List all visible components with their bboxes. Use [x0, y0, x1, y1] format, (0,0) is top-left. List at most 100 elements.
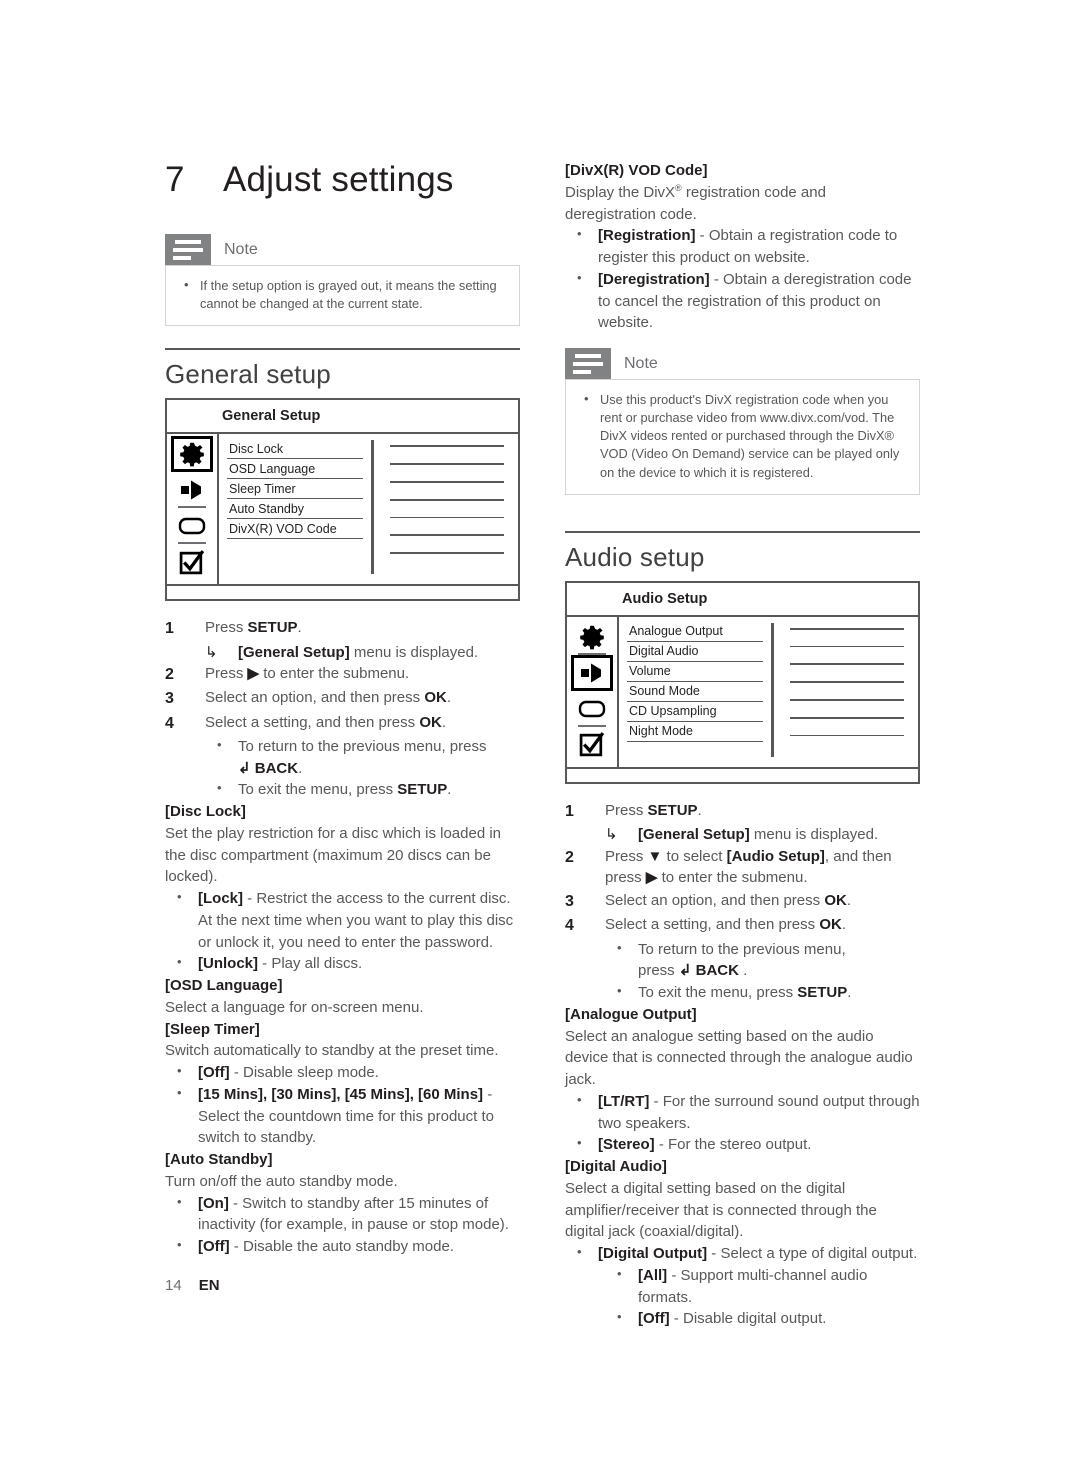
bullet-text: [Deregistration] - Obtain a deregistrati… [598, 269, 920, 334]
divx-vod-options: • [Registration] - Obtain a registration… [565, 225, 920, 334]
step-number: 3 [565, 893, 574, 911]
bullet-text: [15 Mins], [30 Mins], [45 Mins], [60 Min… [198, 1084, 520, 1149]
auto-standby-options: • [On] - Switch to standby after 15 minu… [165, 1193, 520, 1258]
osd-menu-item[interactable]: DivX(R) VOD Code [227, 519, 363, 540]
key-setup: SETUP [247, 619, 298, 637]
key-setup: SETUP [647, 801, 698, 819]
step-4-bullets: • To return to the previous menu, press ↲… [605, 939, 920, 1004]
down-arrow-icon: ▼ [647, 847, 663, 865]
menu-name: [Audio Setup] [726, 847, 825, 865]
right-arrow-icon: ▶ [645, 869, 658, 887]
osd-menu-item[interactable]: Analogue Output [627, 622, 763, 642]
option-label: [Registration] [598, 227, 696, 245]
result-arrow-icon: ↳ [205, 643, 218, 661]
result-menu-name: [General Setup] [638, 825, 750, 843]
language-code: EN [198, 1277, 220, 1294]
option-label: [Stereo] [598, 1136, 655, 1154]
disc-lock-options: • [Lock] - Restrict the access to the cu… [165, 888, 520, 975]
option-label: [Digital Output] [598, 1245, 708, 1263]
divx-vod-description: Display the DivX® registration code and … [565, 182, 920, 226]
chapter-title: Adjust settings [223, 160, 454, 199]
osd-menu-item[interactable]: Disc Lock [227, 439, 363, 460]
step-4: 4 Select a setting, and then press OK. [165, 712, 520, 735]
key-setup: SETUP [797, 984, 848, 1002]
option-text: - Disable digital output. [669, 1310, 827, 1328]
step-4: 4 Select a setting, and then press OK. [565, 914, 920, 937]
osd-title: Audio Setup [567, 583, 918, 617]
bullet-text: [Unlock] - Play all discs. [198, 953, 520, 975]
osd-screenshot-audio-setup: Audio Setup Analogue Output Digital Audi… [565, 580, 920, 784]
note-header: Note [165, 234, 520, 265]
option-label: [Off] [198, 1064, 230, 1082]
auto-standby-description: Turn on/off the auto standby mode. [165, 1172, 398, 1190]
osd-menu-item[interactable]: Night Mode [627, 722, 763, 742]
option-label: [15 Mins], [30 Mins], [45 Mins], [60 Min… [198, 1085, 484, 1103]
osd-value-line [390, 480, 504, 483]
subheading-auto-standby: [Auto Standby] [165, 1151, 273, 1169]
bullet-item: • [On] - Switch to standby after 15 minu… [165, 1193, 520, 1237]
bullet-text: [LT/RT] - For the surround sound output … [598, 1091, 920, 1135]
bullet-text: [Off] - Disable sleep mode. [198, 1062, 520, 1084]
key-ok: OK [419, 713, 442, 731]
step-text: Select a setting, and then press OK. [205, 713, 446, 731]
bullet-dot: • [577, 269, 582, 285]
bullet-dot: • [577, 226, 582, 242]
osd-menu-item[interactable]: Auto Standby [227, 499, 363, 520]
result-arrow-icon: ↳ [605, 825, 618, 843]
option-label: [Off] [198, 1238, 230, 1256]
step-text: Select a setting, and then press OK. [605, 916, 846, 934]
osd-value-line [790, 734, 904, 737]
osd-menu-item[interactable]: Sound Mode [627, 682, 763, 702]
step-text: Press ▼ to select [Audio Setup], and the… [605, 847, 892, 887]
bullet-item: • [Registration] - Obtain a registration… [565, 225, 920, 269]
note-item: If the setup option is grayed out, it me… [180, 276, 505, 313]
option-text: - For the stereo output. [654, 1136, 812, 1154]
subheading-divx-vod-code: [DivX(R) VOD Code] [565, 162, 708, 179]
bullet-dot: • [577, 1244, 582, 1260]
step-text: Select an option, and then press OK. [205, 689, 451, 707]
checkbox-icon [571, 727, 613, 763]
right-column: [DivX(R) VOD Code] Display the DivX® reg… [565, 160, 920, 1330]
osd-menu-item[interactable]: OSD Language [227, 459, 363, 480]
step-1-result: ↳ [General Setup] menu is displayed. [605, 824, 920, 846]
step-result-text: [General Setup] menu is displayed. [638, 825, 879, 843]
back-arrow-icon: ↲ [678, 962, 692, 980]
option-text: - Select a type of digital output. [707, 1245, 918, 1263]
bullet-text: To return to the previous menu, press ↲ B… [238, 737, 487, 777]
bullet-dot: • [177, 1237, 182, 1253]
option-text: - Support multi-channel audio formats. [638, 1266, 868, 1306]
step-number: 3 [165, 690, 174, 708]
bullet-dot: • [617, 1309, 622, 1325]
bullet-item: • [Deregistration] - Obtain a deregistra… [565, 269, 920, 334]
osd-value-column [774, 617, 918, 767]
gear-icon [171, 436, 213, 473]
bullet-item: • [Stereo] - For the stereo output. [565, 1134, 920, 1156]
bullet-item: • [Off] - Disable sleep mode. [165, 1062, 520, 1084]
osd-menu-item[interactable]: Volume [627, 662, 763, 682]
bullet-text: [Registration] - Obtain a registration c… [598, 225, 920, 269]
option-label: [Lock] [198, 890, 243, 908]
bullet-item: • [LT/RT] - For the surround sound outpu… [565, 1091, 920, 1135]
section-general-setup-header: General setup [165, 348, 520, 390]
note-item: Use this product's DivX registration cod… [580, 390, 905, 482]
bullet-item: • [Lock] - Restrict the access to the cu… [165, 888, 520, 953]
osd-menu-item[interactable]: CD Upsampling [627, 702, 763, 722]
osd-menu-items: Disc Lock OSD Language Sleep Timer Auto … [219, 434, 371, 584]
bullet-item: • [Off] - Disable the auto standby mode. [165, 1236, 520, 1258]
osd-language-description: Select a language for on-screen menu. [165, 998, 424, 1016]
section-title: General setup [165, 359, 331, 390]
osd-menu-item[interactable]: Sleep Timer [227, 479, 363, 500]
page-footer: 14 EN [165, 1277, 220, 1294]
step-number: 2 [165, 666, 174, 684]
bullet-dot: • [177, 1063, 182, 1079]
note-box-divx: Note Use this product's DivX registratio… [565, 348, 920, 495]
osd-icon-rail [167, 434, 219, 585]
key-ok: OK [819, 916, 842, 934]
osd-menu-item[interactable]: Digital Audio [627, 642, 763, 662]
bullet-dot: • [617, 1265, 622, 1281]
osd-value-line [790, 681, 904, 683]
osd-value-line [390, 516, 504, 519]
osd-icon-rail [567, 616, 619, 767]
bullet-item: • [15 Mins], [30 Mins], [45 Mins], [60 M… [165, 1084, 520, 1149]
step-4-bullets: • To return to the previous menu, press ↲… [205, 736, 520, 801]
